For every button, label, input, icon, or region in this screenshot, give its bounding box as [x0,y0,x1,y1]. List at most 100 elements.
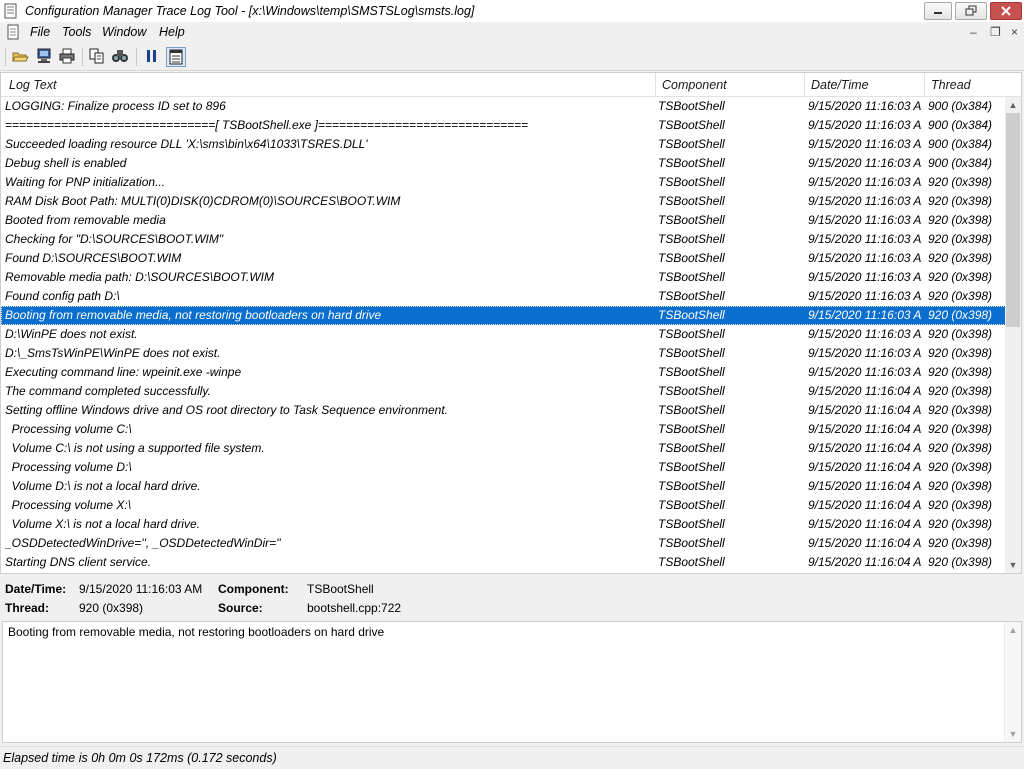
scroll-up-icon[interactable]: ▲ [1005,622,1021,638]
table-row[interactable]: Succeeded loading resource DLL 'X:\sms\b… [1,135,1006,154]
grid-header: Log Text Component Date/Time Thread [1,73,1021,97]
mdi-restore-button[interactable]: ❐ [990,25,1001,39]
column-header-log-text[interactable]: Log Text [9,78,57,92]
copy-icon [89,48,104,64]
datetime-cell: 9/15/2020 11:16:04 AM [808,555,922,569]
copy-button[interactable] [88,47,108,67]
table-row[interactable]: Processing volume C:\ TSBootShell 9/15/202… [1,420,1006,439]
component-cell: TSBootShell [658,308,725,322]
column-header-component[interactable]: Component [662,78,727,92]
thread-cell: 920 (0x398) [928,270,993,284]
menu-help[interactable]: Help [159,25,185,39]
component-cell: TSBootShell [658,175,725,189]
thread-cell: 920 (0x398) [928,479,993,493]
log-text-cell: Found D:\SOURCES\BOOT.WIM [5,251,182,265]
open-button[interactable] [11,47,31,67]
datetime-cell: 9/15/2020 11:16:04 AM [808,384,922,398]
thread-cell: 920 (0x398) [928,175,993,189]
table-row[interactable]: Found D:\SOURCES\BOOT.WIM TSBootShell 9/15… [1,249,1006,268]
table-row[interactable]: ==============================[ TSBootSh… [1,116,1006,135]
datetime-cell: 9/15/2020 11:16:04 AM [808,536,922,550]
log-text-cell: D:\_SmsTsWinPE\WinPE does not exist. [5,346,221,360]
scroll-thumb[interactable] [1006,113,1020,327]
table-row[interactable]: LOGGING: Finalize process ID set to 896 T… [1,97,1006,116]
column-divider[interactable] [655,73,656,96]
table-row-selected[interactable]: Booting from removable media, not restor… [1,306,1006,325]
component-cell: TSBootShell [658,99,725,113]
column-divider[interactable] [924,73,925,96]
table-row[interactable]: Executing command line: wpeinit.exe -win… [1,363,1006,382]
menu-tools[interactable]: Tools [62,25,91,39]
mdi-minimize-button[interactable]: – [970,25,977,39]
log-text-cell: LOGGING: Finalize process ID set to 896 [5,99,226,113]
toolbar [0,44,1024,71]
table-row[interactable]: RAM Disk Boot Path: MULTI(0)DISK(0)CDROM… [1,192,1006,211]
datetime-cell: 9/15/2020 11:16:04 AM [808,498,922,512]
table-row[interactable]: Setting offline Windows drive and OS roo… [1,401,1006,420]
pause-button[interactable] [143,47,163,67]
highlight-button[interactable] [166,47,186,67]
table-row[interactable]: Volume X:\ is not a local hard drive. TSB… [1,515,1006,534]
datetime-cell: 9/15/2020 11:16:03 AM [808,213,922,227]
message-textbox[interactable]: Booting from removable media, not restor… [2,621,1022,743]
log-text-cell: The command completed successfully. [5,384,211,398]
message-vertical-scrollbar[interactable]: ▲ ▼ [1004,622,1021,742]
table-row[interactable]: Removable media path: D:\SOURCES\BOOT.WI… [1,268,1006,287]
component-cell: TSBootShell [658,251,725,265]
table-row[interactable]: Volume C:\ is not using a supported file… [1,439,1006,458]
toolbar-separator [82,48,83,66]
mdi-close-button[interactable]: × [1011,25,1018,39]
table-row[interactable]: Starting DNS client service. TSBootShell 9… [1,553,1006,572]
component-cell: TSBootShell [658,156,725,170]
thread-cell: 900 (0x384) [928,99,993,113]
column-header-thread[interactable]: Thread [931,78,971,92]
scroll-down-icon[interactable]: ▼ [1005,557,1021,573]
table-row[interactable]: Checking for "D:\SOURCES\BOOT.WIM" TSBoot… [1,230,1006,249]
datetime-cell: 9/15/2020 11:16:03 AM [808,175,922,189]
table-row[interactable]: The command completed successfully. TSBoo… [1,382,1006,401]
minimize-button[interactable] [924,2,952,20]
log-text-cell: Processing volume X:\ [5,498,132,512]
scroll-down-icon[interactable]: ▼ [1005,726,1021,742]
table-row[interactable]: Volume D:\ is not a local hard drive. TSB… [1,477,1006,496]
toolbar-grip [5,48,6,66]
open-on-server-button[interactable] [35,47,55,67]
close-button[interactable] [990,2,1022,20]
thread-cell: 920 (0x398) [928,327,993,341]
table-row[interactable]: Found config path D:\ TSBootShell 9/15/202… [1,287,1006,306]
menu-file[interactable]: File [30,25,50,39]
thread-cell: 920 (0x398) [928,251,993,265]
scroll-up-icon[interactable]: ▲ [1005,97,1021,113]
component-label: Component: [218,582,289,596]
title-bar: Configuration Manager Trace Log Tool - [… [0,0,1024,23]
datetime-cell: 9/15/2020 11:16:03 AM [808,99,922,113]
source-value: bootshell.cpp:722 [307,601,402,615]
log-text-cell: Booting from removable media, not restor… [5,308,382,322]
menu-window[interactable]: Window [102,25,146,39]
thread-cell: 920 (0x398) [928,555,993,569]
table-row[interactable]: D:\WinPE does not exist. TSBootShell 9/15/… [1,325,1006,344]
column-header-datetime[interactable]: Date/Time [811,78,869,92]
table-row[interactable]: Debug shell is enabled TSBootShell 9/15/20… [1,154,1006,173]
log-text-cell: Processing volume C:\ [5,422,132,436]
thread-cell: 920 (0x398) [928,213,993,227]
log-text-cell: Succeeded loading resource DLL 'X:\sms\b… [5,137,368,151]
print-button[interactable] [58,47,78,67]
datetime-cell: 9/15/2020 11:16:03 AM [808,194,922,208]
table-row[interactable]: Booted from removable media TSBootShell 9/… [1,211,1006,230]
table-row[interactable]: _OSDDetectedWinDrive='', _OSDDetectedWin… [1,534,1006,553]
restore-button[interactable] [955,2,987,20]
thread-label: Thread: [5,601,50,615]
table-row[interactable]: D:\_SmsTsWinPE\WinPE does not exist. TSBo… [1,344,1006,363]
table-row[interactable]: Waiting for PNP initialization... TSBootS… [1,173,1006,192]
log-text-cell: RAM Disk Boot Path: MULTI(0)DISK(0)CDROM… [5,194,401,208]
find-button[interactable] [111,47,131,67]
component-cell: TSBootShell [658,460,725,474]
column-divider[interactable] [804,73,805,96]
table-row[interactable]: Processing volume X:\ TSBootShell 9/15/202… [1,496,1006,515]
table-row[interactable]: Processing volume D:\ TSBootShell 9/15/202… [1,458,1006,477]
thread-cell: 920 (0x398) [928,403,993,417]
datetime-cell: 9/15/2020 11:16:04 AM [808,460,922,474]
find-icon [112,50,128,62]
log-vertical-scrollbar[interactable]: ▲ ▼ [1005,97,1021,573]
